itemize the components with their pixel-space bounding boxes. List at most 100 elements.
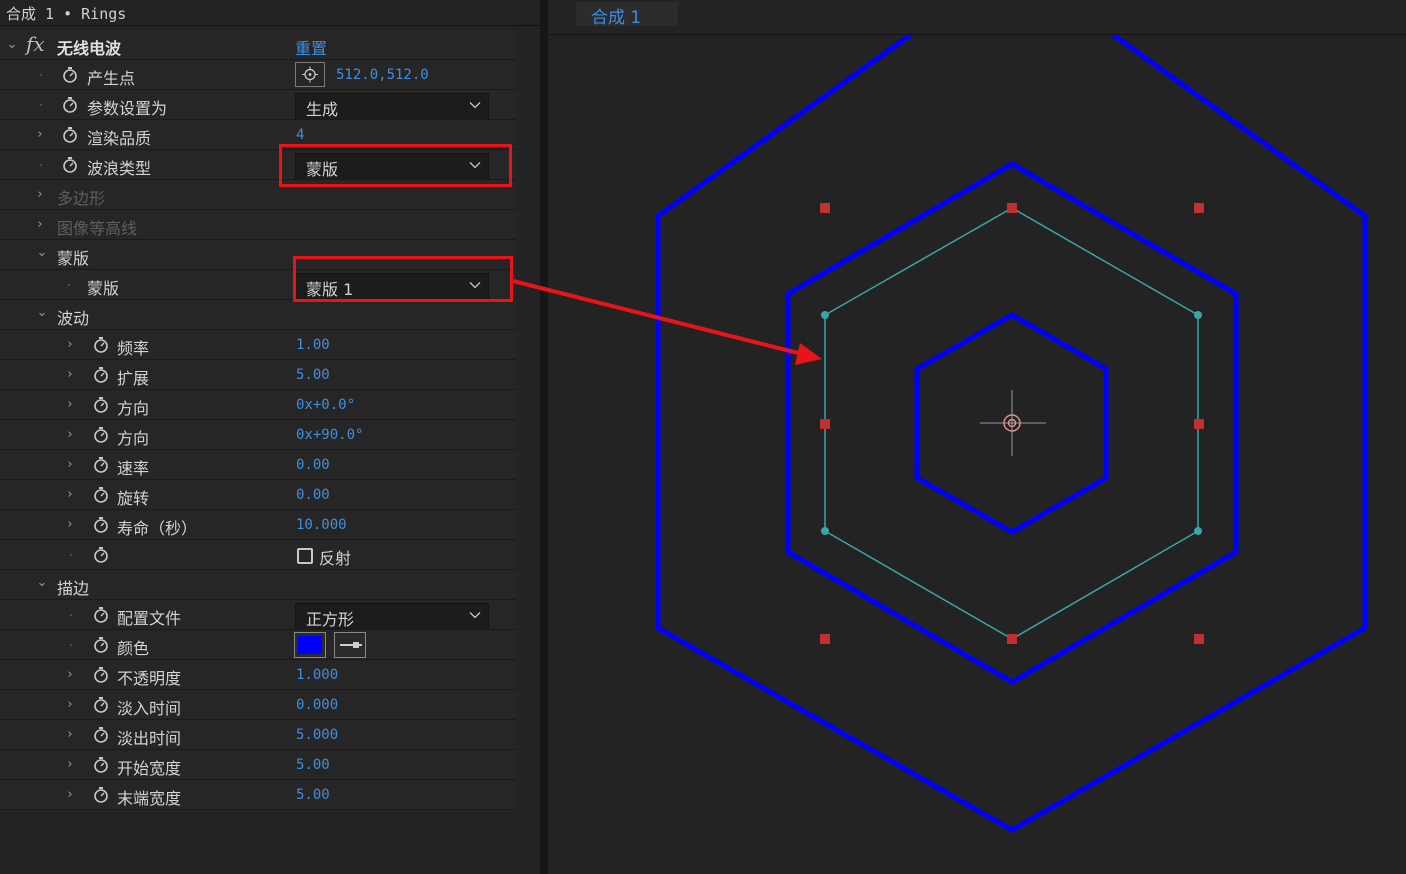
property-row-origin: 产生点 512.0,512.0 [0,60,516,90]
property-row-spin: › 旋转 0.00 [0,480,516,510]
property-row-opacity: › 不透明度 1.000 [0,660,516,690]
stopwatch-icon[interactable] [93,546,109,563]
stopwatch-icon[interactable] [62,156,78,173]
property-row-orientation: › 方向 0x+0.0° [0,390,516,420]
fx-icon[interactable]: fx [26,32,45,56]
stopwatch-icon[interactable] [93,396,109,413]
expand-toggle-icon[interactable]: › [64,427,76,443]
property-label: 颜色 [117,639,150,658]
expand-toggle-icon[interactable]: › [64,697,76,713]
chevron-down-icon [469,612,481,619]
property-label: 淡出时间 [117,729,182,748]
effect-controls-panel: 合成 1 • Rings ⌄ fx 无线电波 重置 产生点 512.0,512.… [0,0,540,874]
property-row-frequency: › 频率 1.00 [0,330,516,360]
property-label: 方向 [117,399,150,418]
property-value[interactable]: 10.000 [296,517,347,533]
stopwatch-icon[interactable] [93,516,109,533]
stopwatch-icon[interactable] [62,66,78,83]
collapse-toggle-icon[interactable]: ⌄ [36,575,48,591]
expand-toggle-icon[interactable]: › [34,217,46,233]
eyedropper-icon[interactable] [334,632,366,658]
property-value[interactable]: 1.000 [296,667,338,683]
stopwatch-icon[interactable] [62,96,78,113]
property-group-stroke[interactable]: ⌄ 描边 [0,570,516,600]
collapse-toggle-icon[interactable]: ⌄ [36,305,48,321]
dropdown-value: 正方形 [306,610,355,629]
point-picker-button[interactable] [295,62,325,87]
origin-value[interactable]: 512.0,512.0 [336,67,429,83]
collapse-toggle-icon[interactable]: ⌄ [36,245,48,261]
property-value[interactable]: 5.00 [296,367,330,383]
expand-toggle-icon[interactable]: › [64,337,76,353]
reset-link[interactable]: 重置 [295,35,327,59]
stopwatch-icon[interactable] [62,126,78,143]
expand-toggle-icon[interactable]: › [64,727,76,743]
expand-toggle-icon[interactable]: › [64,397,76,413]
property-row-direction: › 方向 0x+90.0° [0,420,516,450]
reflection-checkbox[interactable] [297,548,313,564]
property-label: 波浪类型 [87,159,152,178]
property-row-fade-out: › 淡出时间 5.000 [0,720,516,750]
profile-dropdown[interactable]: 正方形 [295,603,489,630]
stopwatch-icon[interactable] [93,786,109,803]
property-row-parameters: 参数设置为 生成 [0,90,516,120]
stopwatch-icon[interactable] [93,606,109,623]
expand-toggle-icon[interactable]: › [64,667,76,683]
stopwatch-icon[interactable] [93,426,109,443]
stopwatch-icon[interactable] [93,636,109,653]
property-group-image-contour[interactable]: › 图像等高线 [0,210,516,240]
stopwatch-icon[interactable] [93,456,109,473]
property-value[interactable]: 1.00 [296,337,330,353]
effect-header-row[interactable]: ⌄ fx 无线电波 重置 [0,30,516,60]
property-value[interactable]: 0x+0.0° [296,397,355,413]
render-quality-value[interactable]: 4 [296,127,304,143]
property-row-lifespan: › 寿命（秒） 10.000 [0,510,516,540]
property-value[interactable]: 0.00 [296,487,330,503]
expand-toggle-icon[interactable]: › [64,487,76,503]
parameters-dropdown[interactable]: 生成 [295,93,489,120]
stopwatch-icon[interactable] [93,366,109,383]
dropdown-value: 生成 [306,100,339,119]
group-label: 波动 [57,309,90,328]
stopwatch-icon[interactable] [93,486,109,503]
color-swatch[interactable] [294,632,326,658]
expand-toggle-icon[interactable]: › [64,517,76,533]
property-label: 速率 [117,459,150,478]
property-row-velocity: › 速率 0.00 [0,450,516,480]
property-label: 淡入时间 [117,699,182,718]
group-label: 蒙版 [57,249,90,268]
group-label: 多边形 [57,189,106,208]
chevron-down-icon [469,102,481,109]
property-label: 开始宽度 [117,759,182,778]
panel-divider[interactable] [540,0,548,874]
stopwatch-icon[interactable] [93,666,109,683]
expand-toggle-icon[interactable]: › [64,367,76,383]
collapse-toggle-icon[interactable]: ⌄ [6,37,18,53]
property-group-wave-motion[interactable]: ⌄ 波动 [0,300,516,330]
property-value[interactable]: 0.000 [296,697,338,713]
property-row-start-width: › 开始宽度 5.00 [0,750,516,780]
expand-toggle-icon[interactable]: › [64,787,76,803]
highlight-mask-selector [293,256,513,302]
property-value[interactable]: 5.00 [296,787,330,803]
stopwatch-icon[interactable] [93,726,109,743]
composition-canvas[interactable] [548,0,1406,874]
property-label: 旋转 [117,489,150,508]
expand-toggle-icon[interactable]: › [64,457,76,473]
property-label: 不透明度 [117,669,182,688]
expand-toggle-icon[interactable]: › [34,187,46,203]
highlight-wave-type [279,144,512,187]
property-value[interactable]: 5.00 [296,757,330,773]
property-value[interactable]: 0x+90.0° [296,427,363,443]
expand-toggle-icon[interactable]: › [34,127,46,143]
checkbox-label: 反射 [319,549,352,568]
property-value[interactable]: 0.00 [296,457,330,473]
stopwatch-icon[interactable] [93,756,109,773]
property-value[interactable]: 5.000 [296,727,338,743]
stopwatch-icon[interactable] [93,336,109,353]
effect-name: 无线电波 [57,39,122,58]
expand-toggle-icon[interactable]: › [64,757,76,773]
stopwatch-icon[interactable] [93,696,109,713]
panel-title: 合成 1 • Rings [6,5,127,23]
property-row-color: 颜色 [0,630,516,660]
